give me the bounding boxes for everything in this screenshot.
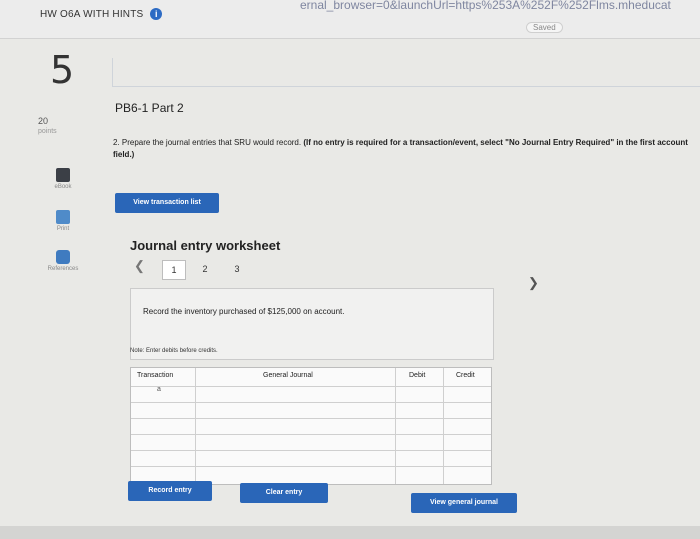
row-divider bbox=[131, 434, 491, 435]
assignment-title-text: HW O6A WITH HINTS bbox=[40, 9, 144, 20]
row-transaction-label: a bbox=[157, 386, 161, 393]
sidebar-item-references[interactable]: References bbox=[36, 250, 90, 272]
assignment-title: HW O6A WITH HINTS i bbox=[40, 8, 163, 20]
column-header-credit: Credit bbox=[456, 372, 475, 379]
transaction-description: Record the inventory purchased of $125,0… bbox=[143, 307, 345, 316]
clear-entry-button[interactable]: Clear entry bbox=[240, 483, 328, 503]
points-value: 20 bbox=[38, 116, 49, 126]
print-icon bbox=[56, 210, 70, 224]
url-text: ernal_browser=0&launchUrl=https%253A%252… bbox=[300, 0, 671, 12]
prev-arrow-icon[interactable]: ❮ bbox=[134, 258, 145, 274]
column-header-general-journal: General Journal bbox=[263, 372, 313, 379]
page-2-tab[interactable]: 2 bbox=[194, 260, 216, 278]
row-divider bbox=[131, 450, 491, 451]
sidebar-item-label: Print bbox=[56, 226, 70, 232]
row-divider bbox=[131, 418, 491, 419]
worksheet-title: Journal entry worksheet bbox=[130, 238, 281, 253]
row-divider bbox=[131, 466, 491, 467]
note-text: Note: Enter debits before credits. bbox=[130, 348, 218, 354]
question-number: 5 bbox=[50, 48, 75, 92]
question-divider-tick bbox=[112, 58, 113, 86]
page-1-tab[interactable]: 1 bbox=[162, 260, 186, 280]
page-3-tab[interactable]: 3 bbox=[226, 260, 248, 278]
column-header-transaction: Transaction bbox=[137, 372, 174, 379]
bottom-edge bbox=[0, 526, 700, 539]
sidebar-item-label: References bbox=[47, 266, 79, 272]
journal-table: Transaction General Journal Debit Credit… bbox=[130, 367, 492, 485]
next-arrow-icon[interactable]: ❯ bbox=[528, 275, 539, 291]
instructions: 2. Prepare the journal entries that SRU … bbox=[113, 137, 698, 161]
top-bar: HW O6A WITH HINTS i ernal_browser=0&laun… bbox=[0, 0, 700, 39]
view-transaction-list-button[interactable]: View transaction list bbox=[115, 193, 219, 213]
instruction-main: 2. Prepare the journal entries that SRU … bbox=[113, 138, 302, 147]
sidebar-item-print[interactable]: Print bbox=[36, 210, 90, 232]
view-general-journal-button[interactable]: View general journal bbox=[411, 493, 517, 513]
question-divider bbox=[112, 86, 700, 87]
row-divider bbox=[131, 386, 491, 387]
references-icon bbox=[56, 250, 70, 264]
record-entry-button[interactable]: Record entry bbox=[128, 481, 212, 501]
part-title: PB6-1 Part 2 bbox=[115, 101, 184, 115]
column-header-debit: Debit bbox=[409, 372, 426, 379]
points-label: points bbox=[38, 128, 57, 135]
row-divider bbox=[131, 402, 491, 403]
sidebar-item-ebook[interactable]: eBook bbox=[36, 168, 90, 190]
info-icon[interactable]: i bbox=[150, 8, 163, 20]
saved-badge: Saved bbox=[526, 22, 563, 33]
ebook-icon bbox=[56, 168, 70, 182]
sidebar-item-label: eBook bbox=[54, 184, 72, 190]
